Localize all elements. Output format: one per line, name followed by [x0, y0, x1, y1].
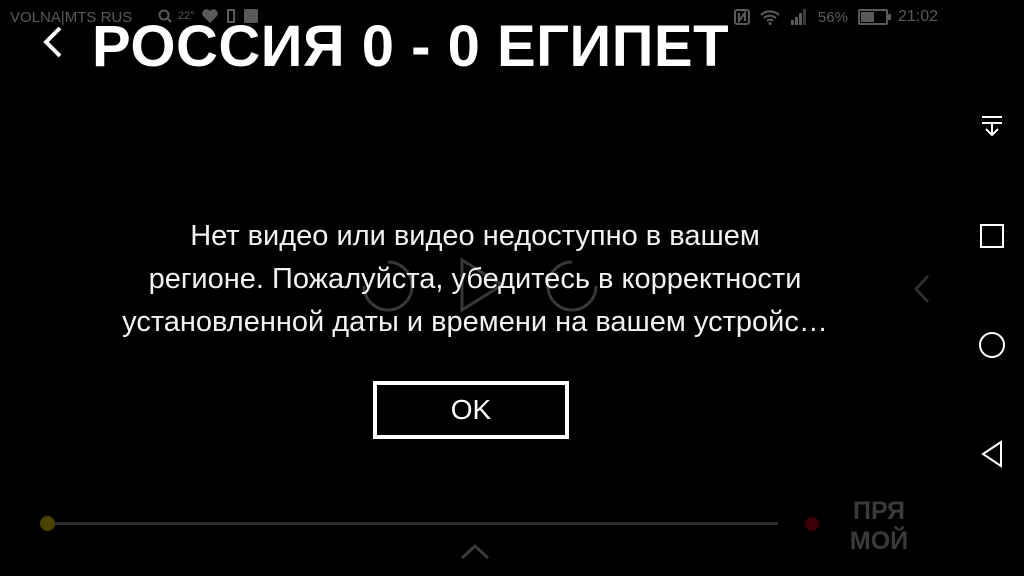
navigation-bar: [960, 0, 1024, 576]
error-message-line-3: установленной даты и времени на вашем ус…: [122, 306, 828, 338]
live-label-line-1: ПРЯ: [853, 497, 905, 525]
wifi-icon: [760, 10, 780, 25]
live-indicator-dot: [805, 517, 819, 531]
clock: 21:02: [897, 8, 938, 25]
error-message-line-1: Нет видео или видео недоступно в вашем: [190, 220, 760, 252]
notification-pull-icon: [982, 116, 1002, 137]
error-dialog: Нет видео или видео недоступно в вашем р…: [60, 215, 890, 344]
battery-percent: 56%: [817, 8, 848, 26]
seek-thumb[interactable]: [40, 516, 55, 531]
chevron-left-side-icon[interactable]: [912, 272, 932, 306]
live-button[interactable]: ПРЯ МОЙ: [846, 496, 912, 556]
home-button[interactable]: [970, 323, 1014, 367]
nfc-icon: [733, 9, 750, 25]
notification-pull-button[interactable]: [970, 104, 1014, 148]
chevron-left-icon: [43, 26, 62, 58]
home-circle-icon: [979, 332, 1005, 358]
match-title: РОССИЯ 0 - 0 ЕГИПЕТ: [92, 14, 730, 79]
error-message-line-2: регионе. Пожалуйста, убедитесь в коррект…: [148, 263, 802, 295]
back-triangle-icon: [981, 440, 1002, 468]
back-button[interactable]: [36, 20, 76, 64]
recents-square-icon: [980, 224, 1004, 248]
chevron-up-icon[interactable]: [458, 540, 492, 562]
battery-icon: [857, 9, 891, 25]
system-back-button[interactable]: [970, 432, 1014, 476]
signal-icon: [790, 9, 806, 25]
recents-button[interactable]: [970, 214, 1014, 258]
seek-bar[interactable]: [48, 522, 778, 525]
ok-button[interactable]: OK: [373, 381, 569, 439]
live-label-line-2: МОЙ: [849, 527, 909, 555]
status-icons-right: 56% 21:02: [733, 8, 938, 26]
